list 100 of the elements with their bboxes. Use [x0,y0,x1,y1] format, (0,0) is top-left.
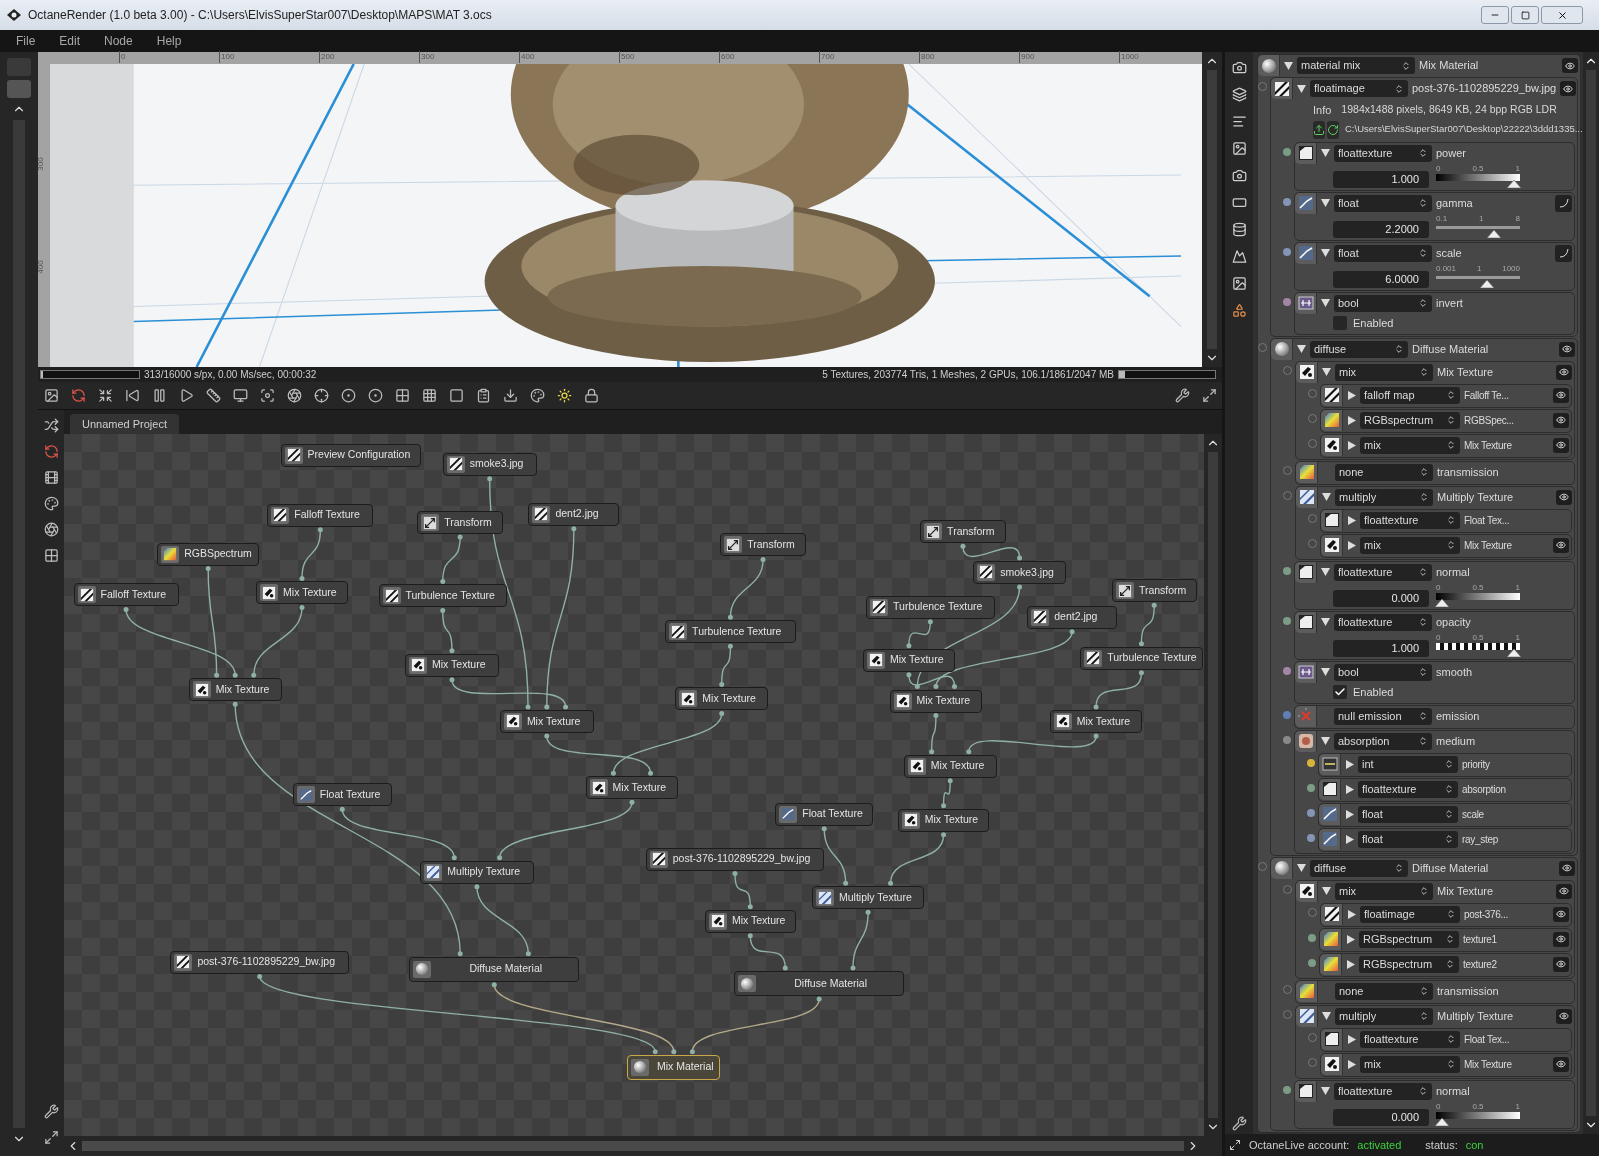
type-dropdown[interactable]: RGBspectrum [1360,411,1460,429]
type-dropdown[interactable]: material mix [1297,57,1415,74]
menu-item[interactable]: Edit [59,32,81,50]
value-field[interactable]: 0.000 [1333,589,1429,607]
value-slider[interactable]: 0 0.5 1 [1435,163,1521,188]
type-dropdown[interactable]: RGBspectrum [1359,930,1459,948]
type-dropdown[interactable]: floattexture [1334,563,1432,581]
input-label: smooth [1436,664,1474,680]
graph-node[interactable]: post-376-1102895229_bw.jpg [170,950,349,974]
type-dropdown[interactable]: mix [1335,363,1433,381]
input-label: Mix Texture [1437,883,1495,899]
type-dropdown[interactable]: floattexture [1360,511,1460,529]
value-field[interactable]: 1.000 [1333,639,1429,657]
value-slider[interactable]: 0 0.5 1 [1435,1101,1521,1126]
type-dropdown[interactable]: null emission [1334,707,1432,725]
type-dropdown[interactable]: diffuse [1310,340,1408,358]
type-dropdown[interactable]: floatimage [1310,80,1408,97]
graph-node[interactable]: Mix Texture [863,648,955,672]
graph-node[interactable]: Mix Texture [704,909,796,933]
tick-label: 0 [1436,1101,1441,1112]
graph-node[interactable]: Turbulence Texture [1080,646,1203,670]
value-field[interactable]: 0.000 [1333,1108,1429,1126]
type-dropdown[interactable]: mix [1360,536,1460,554]
tick-label: 0.5 [1472,582,1484,593]
type-dropdown[interactable]: bool [1334,294,1432,312]
graph-node[interactable]: Mix Material [627,1054,721,1080]
menu-item[interactable]: Node [104,32,133,50]
graph-node[interactable]: Diffuse Material [409,956,580,982]
value-field[interactable]: 6.0000 [1333,270,1429,288]
graph-node[interactable]: smoke3.jpg [442,452,537,476]
value-slider[interactable]: 0.001 1 1000 [1435,263,1521,288]
graph-node[interactable]: Transform [920,520,1006,544]
type-dropdown[interactable]: multiply [1335,1007,1433,1025]
value-field[interactable]: 2.2000 [1333,220,1429,238]
graph-node[interactable]: Transform [720,533,806,557]
menu-item[interactable]: File [16,32,36,50]
type-dropdown[interactable]: diffuse [1310,859,1408,877]
graph-node[interactable]: smoke3.jpg [973,560,1066,584]
type-dropdown[interactable]: bool [1334,663,1432,681]
type-dropdown[interactable]: absorption [1334,732,1432,750]
graph-node[interactable]: Mix Texture [889,689,983,713]
graph-node[interactable]: Turbulence Texture [378,584,507,608]
type-dropdown[interactable]: RGBspectrum [1359,955,1459,973]
graph-node[interactable]: Mix Texture [585,776,679,800]
graph-node[interactable]: Transform [417,511,503,534]
graph-node[interactable]: Float Texture [292,783,392,807]
type-dropdown[interactable]: int [1358,755,1458,773]
graph-node[interactable]: Float Texture [775,802,874,826]
graph-node[interactable]: dent2.jpg [528,502,620,526]
input-label: texture2 [1463,957,1498,972]
type-dropdown[interactable]: mix [1335,882,1433,900]
graph-node[interactable]: Turbulence Texture [665,620,796,644]
graph-node[interactable]: Mix Texture [188,678,282,702]
account-state: activated [1357,1137,1402,1153]
input-label: Multiply Texture [1437,489,1515,505]
project-tab[interactable]: Unnamed Project [70,414,179,434]
type-dropdown[interactable]: falloff map [1360,386,1460,404]
menu-item[interactable]: Help [156,32,182,50]
type-dropdown[interactable]: none [1335,463,1433,481]
account-label: OctaneLive account: [1249,1137,1350,1153]
type-dropdown[interactable]: float [1334,194,1432,212]
graph-node[interactable]: Mix Texture [499,709,594,733]
type-dropdown[interactable]: none [1335,982,1433,1000]
graph-node[interactable]: Diffuse Material [734,971,904,996]
graph-node[interactable]: Turbulence Texture [866,595,995,619]
graph-node[interactable]: Preview Configuration [280,443,422,467]
type-dropdown[interactable]: floattexture [1334,1082,1432,1100]
value-slider[interactable]: 0 0.5 1 [1435,632,1521,657]
status-value: con [1465,1137,1484,1153]
value-slider[interactable]: 0.1 1 8 [1435,213,1521,238]
graph-node[interactable]: RGBSpectrum [157,542,260,566]
ruler-label: 900 [1019,51,1035,63]
graph-node[interactable]: Falloff Texture [73,583,179,607]
graph-node[interactable]: Mix Texture [1049,709,1143,733]
tick-label: 1 [1476,263,1482,274]
graph-node[interactable]: Mix Texture [675,687,769,711]
graph-node[interactable]: Mix Texture [903,754,997,778]
type-dropdown[interactable]: float [1358,830,1458,848]
type-dropdown[interactable]: floattexture [1334,144,1432,162]
graph-node[interactable]: Multiply Texture [812,886,925,910]
graph-node[interactable]: Falloff Texture [267,503,374,527]
graph-node[interactable]: Multiply Texture [420,860,534,884]
value-slider[interactable]: 0 0.5 1 [1435,582,1521,607]
value-field[interactable]: 1.000 [1333,170,1429,188]
type-dropdown[interactable]: mix [1360,1055,1460,1073]
graph-node[interactable]: Mix Texture [256,581,348,605]
graph-node[interactable]: Mix Texture [897,808,990,832]
type-dropdown[interactable]: floattexture [1334,613,1432,631]
graph-node[interactable]: Mix Texture [405,653,499,677]
type-dropdown[interactable]: float [1358,805,1458,823]
type-dropdown[interactable]: float [1334,244,1432,262]
type-dropdown[interactable]: floatimage [1360,905,1460,923]
graph-node[interactable]: Transform [1111,579,1197,603]
type-dropdown[interactable]: mix [1360,436,1460,454]
graph-node[interactable]: dent2.jpg [1027,605,1117,629]
status-label: status: [1425,1137,1458,1153]
type-dropdown[interactable]: floattexture [1360,1030,1460,1048]
graph-node[interactable]: post-376-1102895229_bw.jpg [645,847,825,871]
type-dropdown[interactable]: multiply [1335,488,1433,506]
type-dropdown[interactable]: floattexture [1358,780,1458,798]
